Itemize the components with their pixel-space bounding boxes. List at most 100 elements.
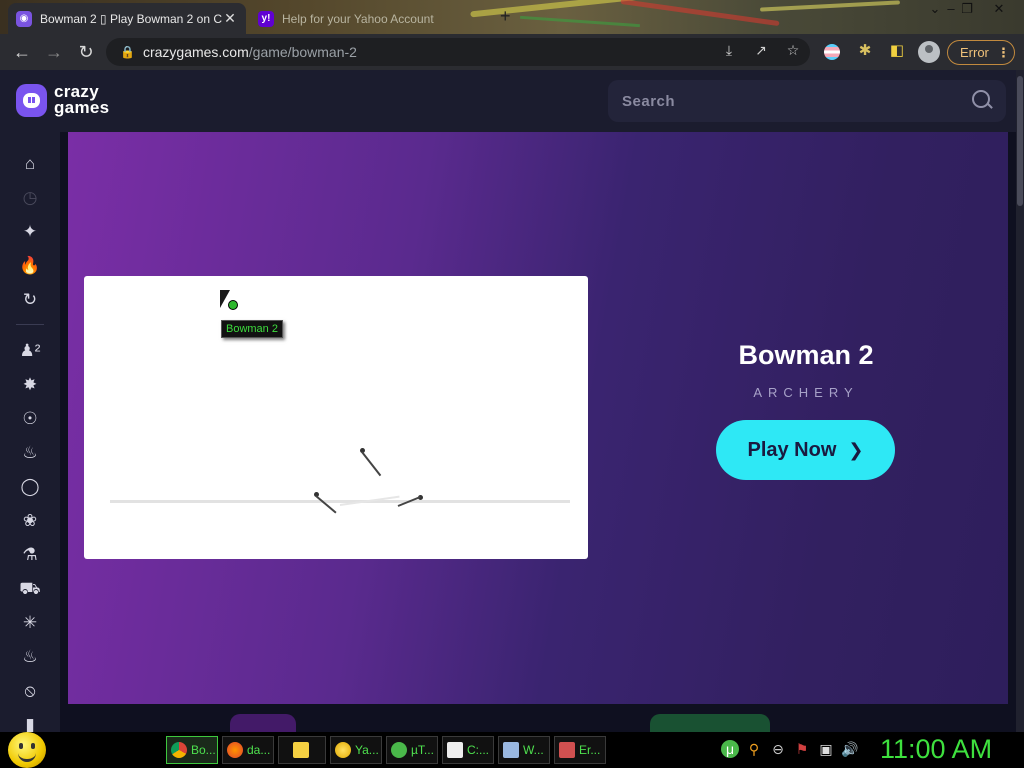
site-header: crazy games (0, 70, 1016, 132)
taskbar-item-folder[interactable] (278, 736, 326, 764)
game-thumbnail[interactable] (650, 714, 770, 734)
extensions-puzzle-icon[interactable]: ✱ (853, 41, 877, 63)
back-arrow-icon[interactable]: ← (6, 42, 38, 63)
taskbar-item-error[interactable]: Er... (554, 736, 606, 764)
site-logo[interactable]: crazy games (54, 83, 110, 117)
home-icon[interactable]: ⌂ (19, 153, 41, 175)
adventure-icon[interactable]: ☉ (19, 408, 41, 430)
recent-icon[interactable]: ◷ (19, 187, 41, 209)
close-icon[interactable]: ✕ (222, 10, 238, 27)
taskbar-label: Er... (579, 743, 601, 757)
restore-icon[interactable]: ❐ (952, 0, 982, 20)
chevron-right-icon: ❯ (848, 439, 864, 460)
url-text[interactable]: crazygames.com/game/bowman-2 (143, 44, 357, 60)
firefox-icon (227, 742, 243, 758)
taskbar-label: da... (247, 743, 271, 757)
car-icon[interactable]: ⛟ (19, 578, 41, 600)
clicker-icon[interactable]: ✳ (19, 612, 41, 634)
search-box[interactable] (608, 80, 1006, 122)
taskbar-label: Bo... (191, 743, 216, 757)
crazygames-logo-icon[interactable] (16, 84, 47, 117)
start-smiley-icon[interactable] (8, 732, 46, 768)
forward-arrow-icon[interactable]: → (38, 42, 70, 63)
error-label: Error (960, 45, 989, 60)
utorrent-tray-icon[interactable]: μ (721, 740, 739, 758)
archer-body (361, 451, 382, 477)
taskbar-label: Ya... (355, 743, 379, 757)
game-category[interactable]: ARCHERY (708, 385, 904, 400)
tab-bowman-2[interactable]: ◉ Bowman 2 ▯ Play Bowman 2 on Crazy ✕ (8, 3, 246, 34)
game-preview[interactable]: Bowman 2 (84, 276, 588, 559)
utorrent-icon (391, 742, 407, 758)
wordpad-icon (503, 742, 519, 758)
play-now-button[interactable]: Play Now ❯ (716, 420, 895, 480)
new-tab-button[interactable]: + (500, 6, 511, 27)
url-path: /game/bowman-2 (248, 44, 357, 60)
archer-body (315, 495, 337, 514)
close-window-icon[interactable]: ✕ (984, 0, 1014, 20)
address-bar[interactable]: 🔒 crazygames.com/game/bowman-2 ⤓ ↗ ☆ (106, 38, 810, 66)
taskbar-item-utorrent[interactable]: µT... (386, 736, 438, 764)
yahoo-favicon: y! (258, 10, 274, 27)
7zip-icon (447, 742, 463, 758)
search-icon[interactable] (972, 90, 990, 108)
casual-icon[interactable]: ♨ (19, 442, 41, 464)
taskbar-clock[interactable]: 11:00 AM (880, 734, 992, 765)
search-input[interactable] (620, 91, 944, 111)
updated-icon[interactable]: ↻ (19, 289, 41, 311)
two-player-icon[interactable]: ♟² (19, 340, 41, 362)
yahoo-messenger-icon (335, 742, 351, 758)
install-icon[interactable]: ⤓ (718, 42, 740, 62)
taskbar-item-7zip[interactable]: C:... (442, 736, 494, 764)
taskbar-label: W... (523, 743, 544, 757)
search-tray-icon[interactable]: ⚲ (745, 740, 763, 758)
game-title: Bowman 2 (738, 340, 874, 370)
new-icon[interactable]: ✦ (19, 221, 41, 243)
game-thumbnail[interactable] (230, 714, 296, 734)
lock-icon[interactable]: 🔒 (120, 45, 135, 59)
extension-flag-icon[interactable] (824, 44, 840, 60)
browser-tabstrip: ◉ Bowman 2 ▯ Play Bowman 2 on Crazy ✕ y!… (0, 0, 1024, 34)
share-icon[interactable]: ↗ (750, 42, 772, 62)
url-domain: crazygames.com (142, 44, 249, 60)
sidebar-divider (16, 324, 44, 325)
basketball-icon[interactable]: ◯ (19, 476, 41, 498)
taskbar-item-yahoo[interactable]: Ya... (330, 736, 382, 764)
tab-title: Bowman 2 ▯ Play Bowman 2 on Crazy (40, 11, 222, 26)
scrollbar-thumb[interactable] (1017, 76, 1023, 206)
folder-icon (293, 742, 309, 758)
bookmark-star-icon[interactable]: ☆ (782, 42, 804, 62)
chrome-icon (171, 742, 187, 758)
tab-yahoo-help[interactable]: y! Help for your Yahoo Account (250, 3, 486, 34)
sidepanel-icon[interactable]: ◧ (885, 41, 909, 63)
game-ground (110, 500, 570, 503)
crazygames-favicon: ◉ (16, 10, 32, 27)
error-app-icon (559, 742, 575, 758)
tab-title: Help for your Yahoo Account (282, 11, 434, 26)
flower-icon[interactable]: ❀ (19, 510, 41, 532)
taskbar-label: C:... (467, 743, 490, 757)
driving-icon[interactable]: ⦸ (19, 680, 41, 702)
taskbar-item-wordpad[interactable]: W... (498, 736, 550, 764)
trending-icon[interactable]: 🔥 (19, 255, 41, 277)
page-scrollbar[interactable] (1016, 70, 1024, 732)
logo-line-2: games (54, 98, 110, 117)
network-tray-icon[interactable]: ▣ (817, 740, 835, 758)
bike-icon[interactable]: ⚗ (19, 544, 41, 566)
error-button[interactable]: Error ⋮ (947, 40, 1015, 65)
wallpaper-scribble (759, 0, 901, 12)
flag-tray-icon[interactable]: ⚑ (793, 740, 811, 758)
action-icon[interactable]: ✸ (19, 374, 41, 396)
taskbar-label: µT... (411, 743, 434, 757)
controller-icon[interactable]: ♨ (19, 646, 41, 668)
minus-tray-icon[interactable]: ⊖ (769, 740, 787, 758)
profile-avatar[interactable] (918, 41, 940, 63)
wallpaper-scribble (520, 15, 640, 28)
volume-icon[interactable]: 🔊 (841, 740, 859, 758)
cursor-eye-icon (228, 300, 238, 310)
taskbar-item-chrome[interactable]: Bo... (166, 736, 218, 764)
tooltip: Bowman 2 (221, 320, 283, 338)
taskbar-item-firefox[interactable]: da... (222, 736, 274, 764)
wallpaper-scribble (620, 0, 780, 27)
reload-icon[interactable]: ↻ (70, 42, 102, 63)
